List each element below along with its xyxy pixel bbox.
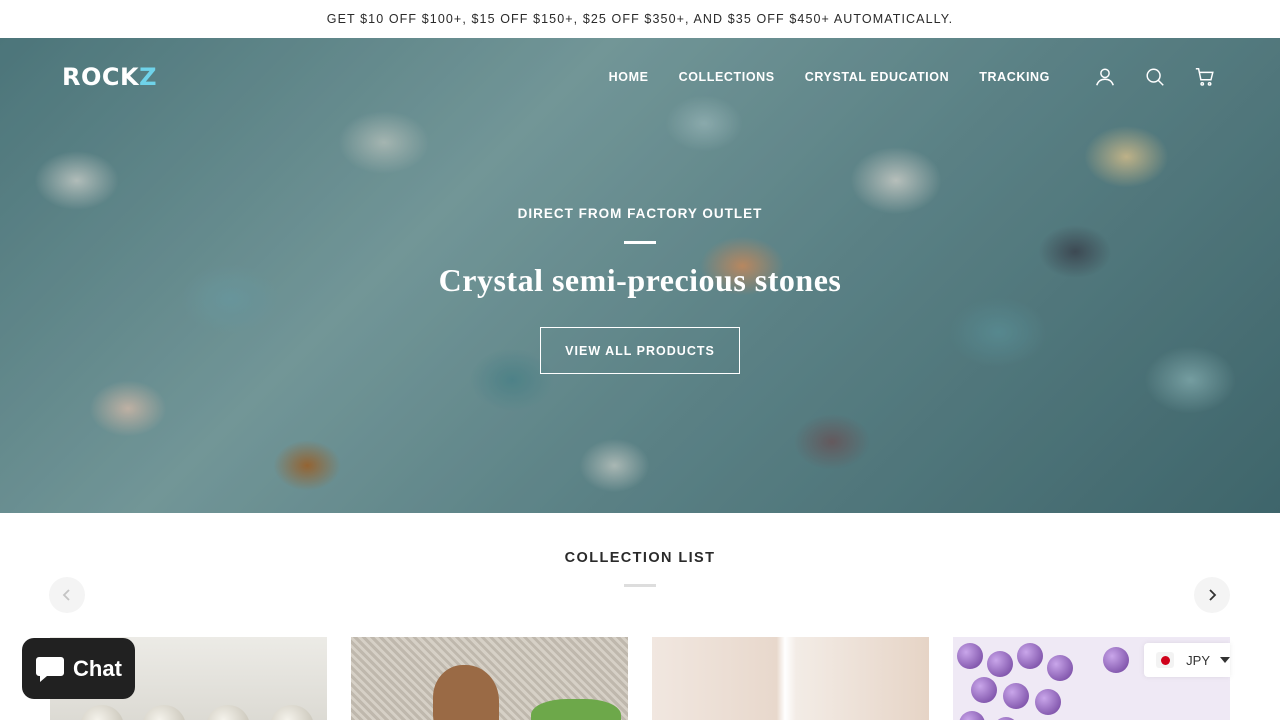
card-image-stone (142, 705, 186, 720)
section-title: COLLECTION LIST (564, 550, 716, 566)
card-image-bead (1103, 647, 1129, 673)
collection-cards (50, 637, 1230, 720)
carousel-prev-button[interactable] (49, 577, 85, 613)
nav-home[interactable]: HOME (609, 70, 649, 84)
nav-tracking[interactable]: TRACKING (979, 70, 1050, 84)
collection-card[interactable] (351, 637, 628, 720)
account-icon[interactable] (1080, 57, 1130, 97)
card-image-rock (433, 665, 499, 720)
card-image-bead (959, 711, 985, 720)
card-image-bead (987, 651, 1013, 677)
card-image-bead (1003, 683, 1029, 709)
view-all-products-button[interactable]: VIEW ALL PRODUCTS (540, 327, 740, 374)
card-image-stone (80, 705, 124, 720)
card-image-stone (206, 705, 250, 720)
card-image-plant (531, 699, 621, 720)
hero-divider (624, 241, 656, 244)
logo-accent: Z (139, 63, 157, 91)
hero-banner: ROCKZ HOME COLLECTIONS CRYSTAL EDUCATION… (0, 38, 1280, 513)
caret-down-icon (1220, 657, 1230, 663)
card-image-bead (971, 677, 997, 703)
hero-eyebrow: DIRECT FROM FACTORY OUTLET (517, 206, 763, 221)
collection-list-section: COLLECTION LIST (0, 513, 1280, 720)
search-icon[interactable] (1130, 57, 1180, 97)
chat-bubble-icon (36, 656, 65, 682)
section-divider (624, 584, 656, 587)
header-icons (1080, 57, 1230, 97)
card-image-bead (1047, 655, 1073, 681)
chevron-right-icon (1209, 589, 1217, 601)
japan-flag-icon (1156, 652, 1175, 668)
announcement-text: GET $10 OFF $100+, $15 OFF $150+, $25 OF… (326, 12, 954, 26)
hero-title: Crystal semi-precious stones (438, 262, 842, 298)
nav-collections[interactable]: COLLECTIONS (679, 70, 775, 84)
nav-crystal-education[interactable]: CRYSTAL EDUCATION (805, 70, 949, 84)
announcement-bar: GET $10 OFF $100+, $15 OFF $150+, $25 OF… (0, 0, 1280, 38)
site-header: ROCKZ HOME COLLECTIONS CRYSTAL EDUCATION… (0, 38, 1280, 116)
chat-label: Chat (73, 655, 122, 681)
collection-card[interactable] (652, 637, 929, 720)
main-nav: HOME COLLECTIONS CRYSTAL EDUCATION TRACK… (609, 70, 1050, 84)
chat-button[interactable]: Chat (22, 638, 135, 699)
currency-selector[interactable]: JPY (1144, 643, 1230, 677)
card-image-bead (1017, 643, 1043, 669)
card-image-bead (1035, 689, 1061, 715)
card-image-bead (957, 643, 983, 669)
chevron-left-icon (62, 589, 70, 601)
currency-code: JPY (1186, 652, 1210, 668)
carousel-next-button[interactable] (1194, 577, 1230, 613)
cart-icon[interactable] (1180, 57, 1230, 97)
card-image-stone (270, 705, 314, 720)
site-logo[interactable]: ROCKZ (62, 63, 157, 91)
logo-text: ROCK (62, 63, 140, 91)
